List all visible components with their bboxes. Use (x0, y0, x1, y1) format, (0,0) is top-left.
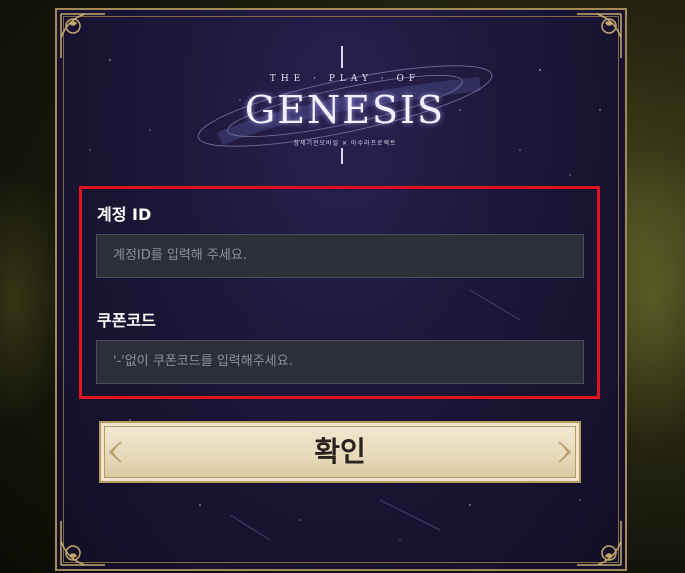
logo-title: GENESIS (244, 88, 446, 132)
confirm-button-label: 확인 (314, 435, 366, 468)
account-id-input[interactable]: 계정ID를 입력해 주세요. (96, 234, 584, 278)
logo-subtitle: 창세기전모바일 ✕ 아수라프로젝트 (293, 140, 397, 147)
account-id-label: 계정 ID (97, 205, 152, 224)
logo-divider (341, 148, 343, 164)
logo-top-text: THE · PLAY · OF (269, 74, 421, 84)
button-ornament-icon (558, 441, 572, 463)
confirm-button[interactable]: 확인 (99, 421, 581, 483)
button-ornament-icon (108, 441, 122, 463)
genesis-logo: THE · PLAY · OF GENESIS 창세기전모바일 ✕ 아수라프로젝… (180, 44, 510, 174)
coupon-code-input[interactable]: '-'없이 쿠폰코드를 입력해주세요. (96, 340, 584, 384)
corner-ornament-icon (57, 517, 109, 569)
corner-ornament-icon (573, 10, 625, 62)
logo-divider (341, 46, 343, 68)
corner-ornament-icon (57, 10, 109, 62)
coupon-code-label: 쿠폰코드 (97, 311, 156, 330)
corner-ornament-icon (573, 517, 625, 569)
